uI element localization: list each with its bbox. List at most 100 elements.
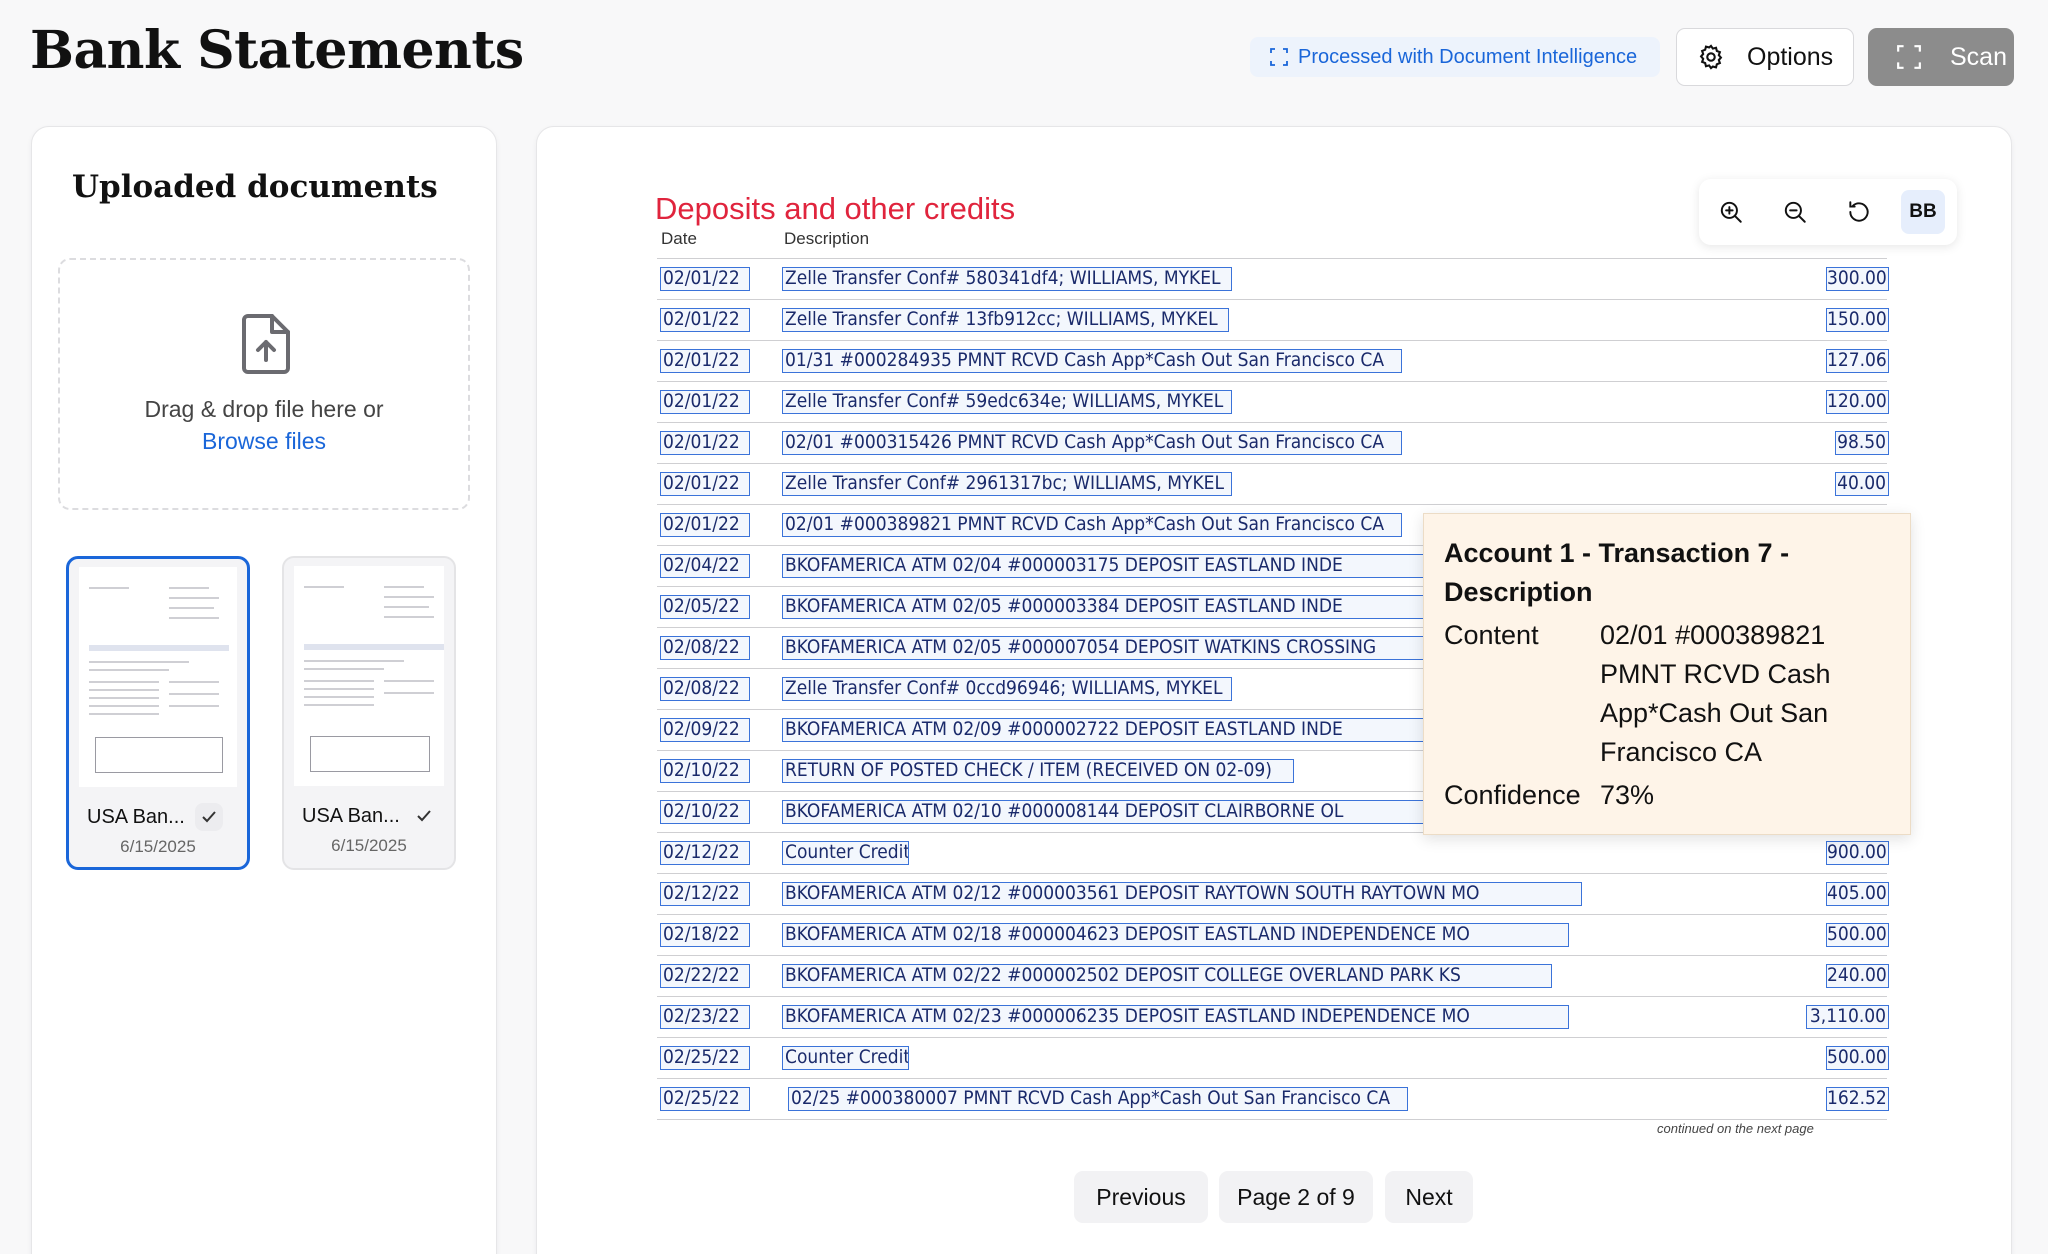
amount-field[interactable]: 162.52 <box>1826 1087 1889 1111</box>
description-field[interactable]: BKOFAMERICA ATM 02/05 #000007054 DEPOSIT… <box>782 636 1432 660</box>
row-divider <box>657 463 1887 464</box>
amount-field[interactable]: 500.00 <box>1826 1046 1889 1070</box>
date-field[interactable]: 02/25/22 <box>660 1087 750 1111</box>
row-divider <box>657 1037 1887 1038</box>
row-divider <box>657 299 1887 300</box>
row-divider <box>657 914 1887 915</box>
date-field[interactable]: 02/22/22 <box>660 964 750 988</box>
description-field[interactable]: Zelle Transfer Conf# 0ccd96946; WILLIAMS… <box>782 677 1232 701</box>
amount-field[interactable]: 127.06 <box>1826 349 1889 373</box>
date-field[interactable]: 02/18/22 <box>660 923 750 947</box>
document-thumbnail-2[interactable]: USA Ban... 6/15/2025 <box>282 556 456 870</box>
date-field[interactable]: 02/01/22 <box>660 513 750 537</box>
tooltip-title: Account 1 - Transaction 7 - Description <box>1444 538 1790 607</box>
tooltip-content-value: 02/01 #000389821 PMNT RCVD Cash App*Cash… <box>1600 620 1831 767</box>
check-icon <box>195 803 223 831</box>
dropzone-text: Drag & drop file here or <box>144 396 384 422</box>
uploaded-documents-panel: Uploaded documents Drag & drop file here… <box>31 126 497 1254</box>
document-preview <box>79 567 237 787</box>
date-field[interactable]: 02/23/22 <box>660 1005 750 1029</box>
date-field[interactable]: 02/04/22 <box>660 554 750 578</box>
amount-field[interactable]: 120.00 <box>1826 390 1889 414</box>
file-date: 6/15/2025 <box>331 836 407 855</box>
row-divider <box>657 422 1887 423</box>
row-divider <box>657 996 1887 997</box>
description-field[interactable]: RETURN OF POSTED CHECK / ITEM (RECEIVED … <box>782 759 1294 783</box>
date-field[interactable]: 02/01/22 <box>660 390 750 414</box>
row-divider <box>657 381 1887 382</box>
date-field[interactable]: 02/09/22 <box>660 718 750 742</box>
scan-button[interactable]: Scan <box>1868 28 2014 86</box>
description-field[interactable]: BKOFAMERICA ATM 02/12 #000003561 DEPOSIT… <box>782 882 1582 906</box>
next-page-button[interactable]: Next <box>1385 1171 1473 1223</box>
file-date: 6/15/2025 <box>120 837 196 856</box>
tooltip-confidence-value: 73% <box>1600 780 1655 810</box>
amount-field[interactable]: 40.00 <box>1835 472 1889 496</box>
amount-field[interactable]: 900.00 <box>1826 841 1889 865</box>
amount-field[interactable]: 150.00 <box>1826 308 1889 332</box>
description-field[interactable]: 02/25 #000380007 PMNT RCVD Cash App*Cash… <box>788 1087 1408 1111</box>
description-column-header: Description <box>784 229 870 248</box>
description-field[interactable]: BKOFAMERICA ATM 02/22 #000002502 DEPOSIT… <box>782 964 1552 988</box>
previous-page-button[interactable]: Previous <box>1074 1171 1208 1223</box>
rotate-button[interactable] <box>1837 190 1881 234</box>
date-field[interactable]: 02/10/22 <box>660 759 750 783</box>
rotate-icon <box>1849 201 1869 222</box>
options-button[interactable]: Options <box>1676 28 1854 86</box>
date-field[interactable]: 02/01/22 <box>660 308 750 332</box>
description-field[interactable]: BKOFAMERICA ATM 02/10 #000008144 DEPOSIT… <box>782 800 1432 824</box>
tooltip-content-row: Content 02/01 #000389821 PMNT RCVD Cash … <box>1444 616 1890 772</box>
date-field[interactable]: 02/05/22 <box>660 595 750 619</box>
file-dropzone[interactable]: Drag & drop file here or Browse files <box>58 258 470 510</box>
tooltip-confidence-label: Confidence <box>1444 780 1581 810</box>
amount-field[interactable]: 3,110.00 <box>1806 1005 1889 1029</box>
document-viewer: Deposits and other credits Date Descript… <box>536 126 2012 1254</box>
description-field[interactable]: 02/01 #000315426 PMNT RCVD Cash App*Cash… <box>782 431 1402 455</box>
description-field[interactable]: 01/31 #000284935 PMNT RCVD Cash App*Cash… <box>782 349 1402 373</box>
bounding-box-toggle[interactable]: BB <box>1901 190 1945 234</box>
description-field[interactable]: BKOFAMERICA ATM 02/23 #000006235 DEPOSIT… <box>782 1005 1569 1029</box>
description-field[interactable]: BKOFAMERICA ATM 02/18 #000004623 DEPOSIT… <box>782 923 1569 947</box>
date-column-header: Date <box>661 229 697 248</box>
row-divider <box>657 1078 1887 1079</box>
amount-field[interactable]: 500.00 <box>1826 923 1889 947</box>
row-divider <box>657 340 1887 341</box>
date-field[interactable]: 02/01/22 <box>660 349 750 373</box>
date-field[interactable]: 02/01/22 <box>660 472 750 496</box>
document-intelligence-badge: Processed with Document Intelligence <box>1250 37 1660 77</box>
amount-field[interactable]: 300.00 <box>1826 267 1889 291</box>
description-field[interactable]: Zelle Transfer Conf# 13fb912cc; WILLIAMS… <box>782 308 1229 332</box>
description-field[interactable]: Counter Credit <box>782 1046 909 1070</box>
tooltip-content-label: Content <box>1444 620 1539 650</box>
browse-files-link[interactable]: Browse files <box>60 428 468 455</box>
amount-field[interactable]: 405.00 <box>1826 882 1889 906</box>
document-thumbnail-1[interactable]: USA Ban... 6/15/2025 <box>66 556 250 870</box>
date-field[interactable]: 02/12/22 <box>660 882 750 906</box>
description-field[interactable]: Zelle Transfer Conf# 59edc634e; WILLIAMS… <box>782 390 1232 414</box>
zoom-out-icon <box>1784 201 1806 223</box>
date-field[interactable]: 02/12/22 <box>660 841 750 865</box>
amount-field[interactable]: 240.00 <box>1826 964 1889 988</box>
scan-label: Scan <box>1950 42 2007 71</box>
description-field[interactable]: Zelle Transfer Conf# 2961317bc; WILLIAMS… <box>782 472 1232 496</box>
description-field[interactable]: 02/01 #000389821 PMNT RCVD Cash App*Cash… <box>782 513 1402 537</box>
date-field[interactable]: 02/08/22 <box>660 636 750 660</box>
description-field[interactable]: Zelle Transfer Conf# 580341df4; WILLIAMS… <box>782 267 1232 291</box>
date-field[interactable]: 02/10/22 <box>660 800 750 824</box>
description-field[interactable]: Counter Credit <box>782 841 909 865</box>
date-field[interactable]: 02/08/22 <box>660 677 750 701</box>
zoom-out-button[interactable] <box>1773 190 1817 234</box>
date-field[interactable]: 02/01/22 <box>660 431 750 455</box>
row-divider <box>657 504 1887 505</box>
page-title: Bank Statements <box>30 20 524 81</box>
zoom-in-button[interactable] <box>1709 190 1753 234</box>
description-field[interactable]: BKOFAMERICA ATM 02/09 #000002722 DEPOSIT… <box>782 718 1432 742</box>
date-field[interactable]: 02/01/22 <box>660 267 750 291</box>
page-indicator: Page 2 of 9 <box>1219 1171 1373 1223</box>
gear-icon <box>1699 44 1723 70</box>
date-field[interactable]: 02/25/22 <box>660 1046 750 1070</box>
field-tooltip: Account 1 - Transaction 7 - Description … <box>1423 513 1911 835</box>
amount-field[interactable]: 98.50 <box>1835 431 1889 455</box>
description-field[interactable]: BKOFAMERICA ATM 02/04 #000003175 DEPOSIT… <box>782 554 1432 578</box>
description-field[interactable]: BKOFAMERICA ATM 02/05 #000003384 DEPOSIT… <box>782 595 1432 619</box>
